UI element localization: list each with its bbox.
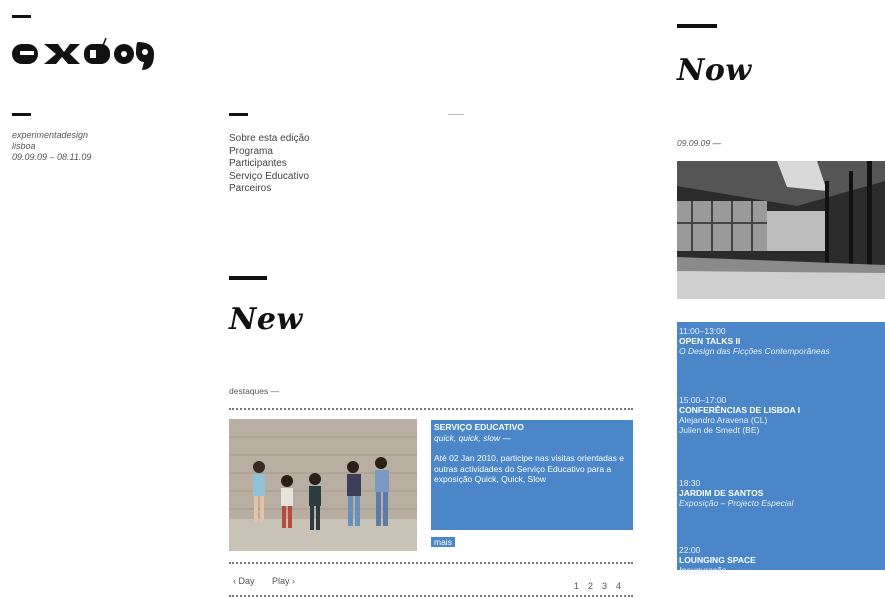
- warehouse-photo: [677, 161, 885, 299]
- tagline-line-2: lisboa: [12, 141, 36, 151]
- event-1-title[interactable]: OPEN TALKS II: [679, 336, 830, 346]
- now-dash: [677, 24, 717, 28]
- event-4-title[interactable]: LOUNGING SPACE: [679, 555, 756, 565]
- event-1[interactable]: 11:00–13:00 OPEN TALKS II O Design das F…: [679, 326, 830, 356]
- event-4-line-1: Inauguração: [679, 565, 727, 575]
- event-1-time: 11:00–13:00: [679, 326, 726, 336]
- now-date: 09.09.09 —: [677, 138, 721, 148]
- event-2[interactable]: 15:00–17:00 CONFERÊNCIAS DE LISBOA I Ale…: [679, 395, 800, 435]
- tagline-line-3: 09.09.09 – 08.11.09: [12, 152, 92, 162]
- tagline-line-1[interactable]: experimentadesign: [12, 130, 91, 141]
- event-3-time: 18:30: [679, 478, 701, 488]
- nav-item-servico-educativo[interactable]: Serviço Educativo: [229, 171, 310, 184]
- event-3-title[interactable]: JARDIM DE SANTOS: [679, 488, 793, 498]
- nav-item-sobre[interactable]: Sobre esta edição: [229, 133, 310, 146]
- event-4-time: 22:00: [679, 545, 701, 555]
- new-divider-middle: [229, 562, 633, 564]
- feature-card[interactable]: SERVIÇO EDUCATIVO quick, quick, slow — A…: [431, 420, 633, 530]
- feature-category[interactable]: SERVIÇO EDUCATIVO: [434, 422, 630, 433]
- event-3[interactable]: 18:30 JARDIM DE SANTOS Exposição – Proje…: [679, 478, 793, 508]
- new-divider-bottom: [229, 595, 633, 597]
- event-2-time: 15:00–17:00: [679, 395, 727, 405]
- new-label: destaques —: [229, 386, 280, 396]
- children-photo: [229, 419, 417, 551]
- now-title: Now: [677, 53, 752, 88]
- site-logo[interactable]: [10, 34, 158, 72]
- tagline-dash: [12, 113, 31, 116]
- event-2-line-1: Alejandro Aravena (CL): [679, 415, 768, 425]
- new-divider-top: [229, 408, 633, 410]
- tagline: experimentadesign lisboa 09.09.09 – 08.1…: [12, 130, 91, 163]
- event-4[interactable]: 22:00 LOUNGING SPACE Inauguração: [679, 545, 756, 575]
- now-events-panel: [677, 322, 885, 570]
- pager-prev[interactable]: ‹ Day: [233, 576, 255, 586]
- pager-pages: 1234: [565, 576, 621, 594]
- event-3-line-1: Exposição – Projecto Especial: [679, 498, 794, 508]
- new-dash: [229, 276, 267, 280]
- logo-dash: [12, 15, 31, 18]
- main-nav: Sobre esta edição Programa Participantes…: [229, 133, 310, 196]
- nav-divider: [448, 114, 464, 115]
- feature-more-link[interactable]: mais: [431, 537, 455, 547]
- feature-subtitle: quick, quick, slow —: [434, 432, 511, 443]
- nav-item-parceiros[interactable]: Parceiros: [229, 183, 310, 196]
- nav-dash: [229, 113, 248, 116]
- feature-image[interactable]: [229, 419, 417, 551]
- now-image[interactable]: [677, 161, 885, 299]
- pager-page-3[interactable]: 3: [602, 581, 607, 591]
- nav-item-programa[interactable]: Programa: [229, 146, 310, 159]
- pager-page-4[interactable]: 4: [616, 581, 621, 591]
- event-1-line-1: O Design das Ficções Contemporâneas: [679, 346, 830, 356]
- new-title: New: [229, 302, 303, 337]
- event-2-line-2: Julien de Smedt (BE): [679, 425, 760, 435]
- feature-body: Até 02 Jan 2010, participe nas visitas o…: [434, 453, 624, 484]
- pager-page-1[interactable]: 1: [574, 581, 579, 591]
- pager-next[interactable]: Play ›: [272, 576, 295, 586]
- event-2-title[interactable]: CONFERÊNCIAS DE LISBOA I: [679, 405, 800, 415]
- pager-page-2[interactable]: 2: [588, 581, 593, 591]
- logo-graphic: [12, 37, 154, 70]
- nav-item-participantes[interactable]: Participantes: [229, 158, 310, 171]
